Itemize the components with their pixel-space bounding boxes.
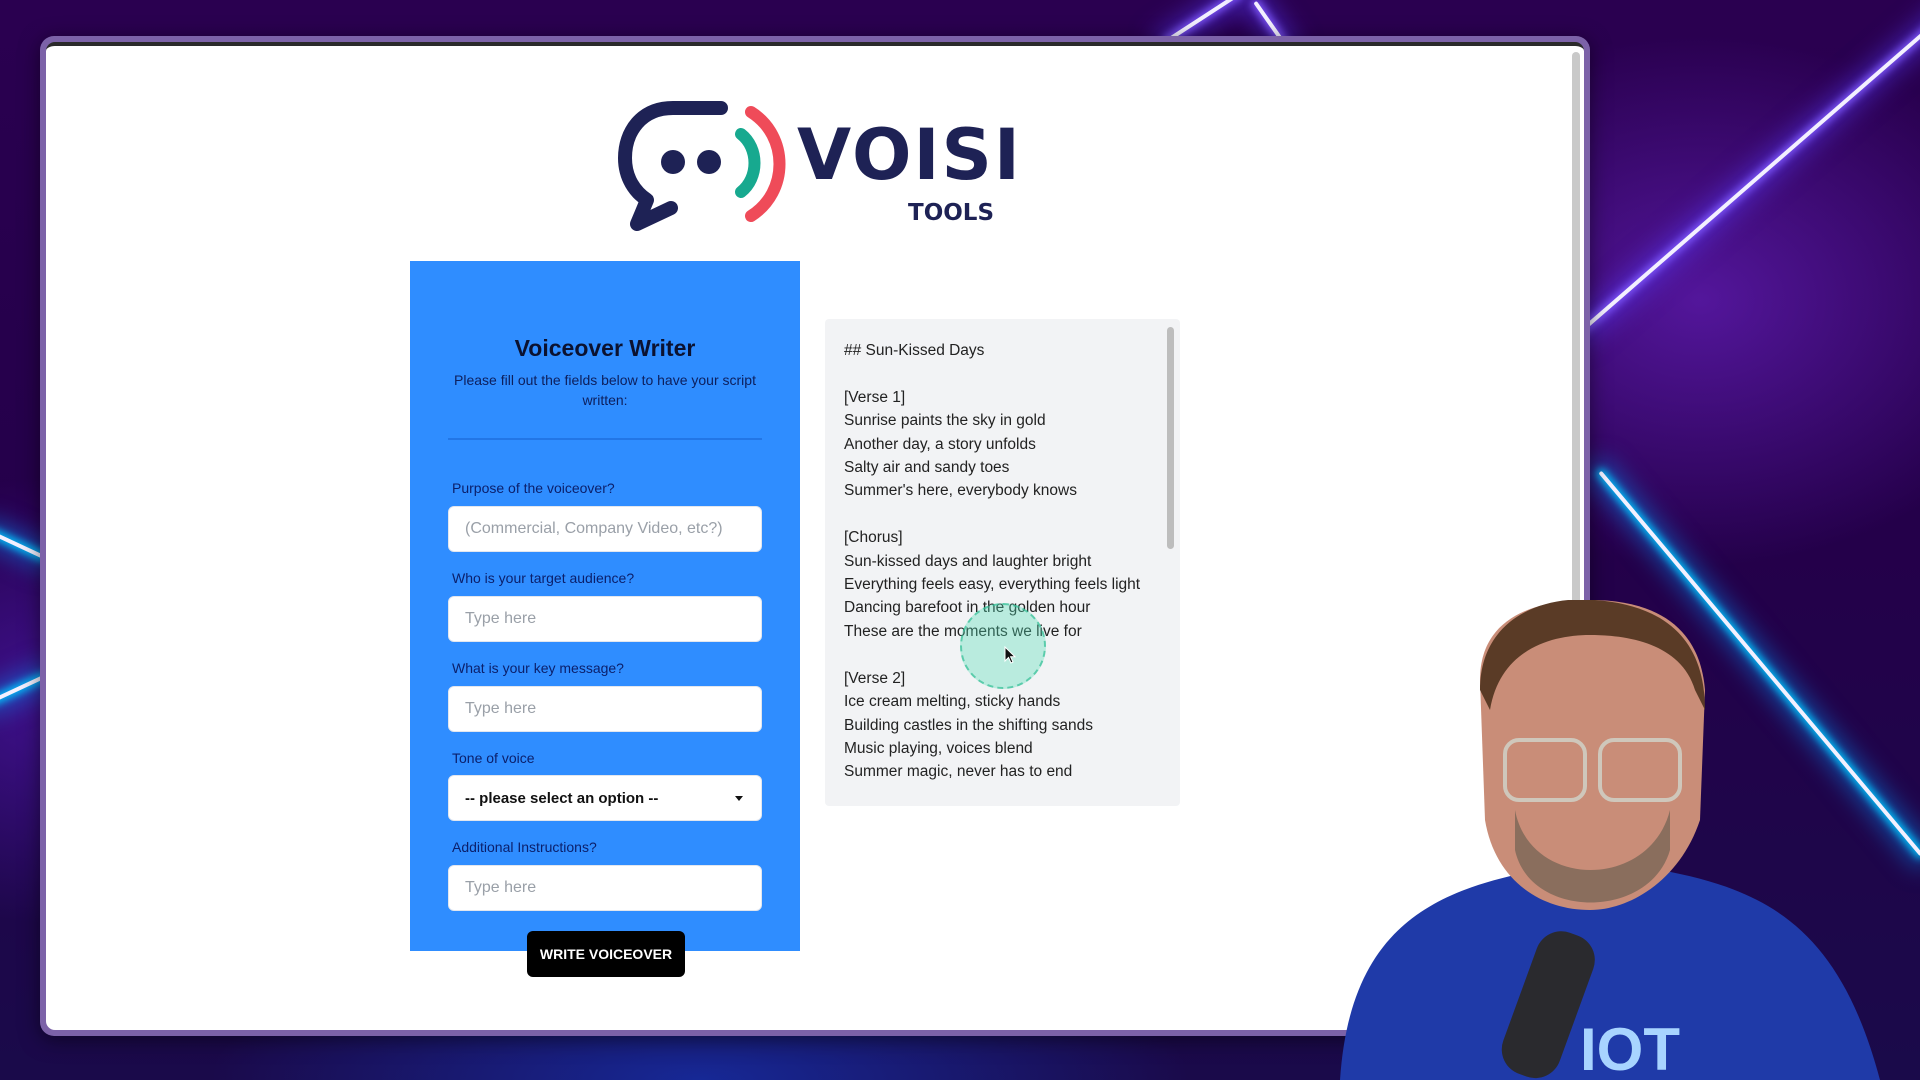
- form-divider: [448, 438, 762, 440]
- instructions-input[interactable]: [448, 865, 762, 911]
- script-line: [Verse 1]: [844, 388, 906, 406]
- script-line: Everything feels easy, everything feels …: [844, 576, 1141, 594]
- instructions-label: Additional Instructions?: [452, 839, 597, 855]
- purpose-label: Purpose of the voiceover?: [452, 480, 615, 496]
- tone-select[interactable]: -- please select an option --: [448, 775, 762, 821]
- svg-text:IOT: IOT: [1580, 1016, 1680, 1080]
- click-highlight-indicator: [960, 603, 1046, 689]
- key-message-input[interactable]: [448, 686, 762, 732]
- chat-bubble-sound-icon: [618, 101, 786, 231]
- logo-wordmark: VOISI: [797, 114, 1022, 196]
- script-line: [844, 362, 1160, 385]
- script-line: [Chorus]: [844, 529, 903, 547]
- logo-subtitle: TOOLS: [908, 200, 995, 226]
- script-line: Summer's here, everybody knows: [844, 482, 1077, 500]
- key-message-label: What is your key message?: [452, 660, 624, 676]
- script-line: Music playing, voices blend: [844, 739, 1033, 757]
- script-line: Summer magic, never has to end: [844, 763, 1073, 781]
- script-line: Building castles in the shifting sands: [844, 716, 1094, 734]
- audience-label: Who is your target audience?: [452, 570, 635, 586]
- tone-label: Tone of voice: [452, 750, 535, 766]
- dropdown-arrow-icon: [735, 795, 743, 801]
- voiceover-script-text: ## Sun-Kissed Days [Verse 1] Sunrise pain…: [844, 339, 1160, 784]
- script-line: Ice cream melting, sticky hands: [844, 693, 1061, 711]
- output-scrollbar[interactable]: [1167, 327, 1174, 549]
- presenter-webcam-overlay: IOT: [1340, 600, 1880, 1080]
- write-voiceover-button[interactable]: WRITE VOICEOVER: [527, 931, 685, 977]
- voiceover-output-box[interactable]: ## Sun-Kissed Days [Verse 1] Sunrise pain…: [825, 319, 1180, 806]
- audience-input[interactable]: [448, 596, 762, 642]
- script-line: Sunrise paints the sky in gold: [844, 412, 1046, 430]
- tone-selected-value: -- please select an option --: [465, 789, 659, 807]
- form-subtitle: Please fill out the fields below to have…: [454, 372, 756, 408]
- purpose-input[interactable]: [448, 506, 762, 552]
- script-line: ## Sun-Kissed Days: [844, 342, 985, 359]
- voiceover-form-card: Voiceover Writer Please fill out the fie…: [410, 261, 800, 977]
- script-line: Salty air and sandy toes: [844, 459, 1010, 477]
- script-line: Sun-kissed days and laughter bright: [844, 552, 1092, 570]
- script-line: [844, 503, 1160, 526]
- script-line: Another day, a story unfolds: [844, 435, 1036, 453]
- mouse-cursor-icon: [1004, 646, 1017, 664]
- form-title: Voiceover Writer: [514, 335, 696, 361]
- voisi-tools-logo: VOISI TOOLS: [611, 96, 1020, 241]
